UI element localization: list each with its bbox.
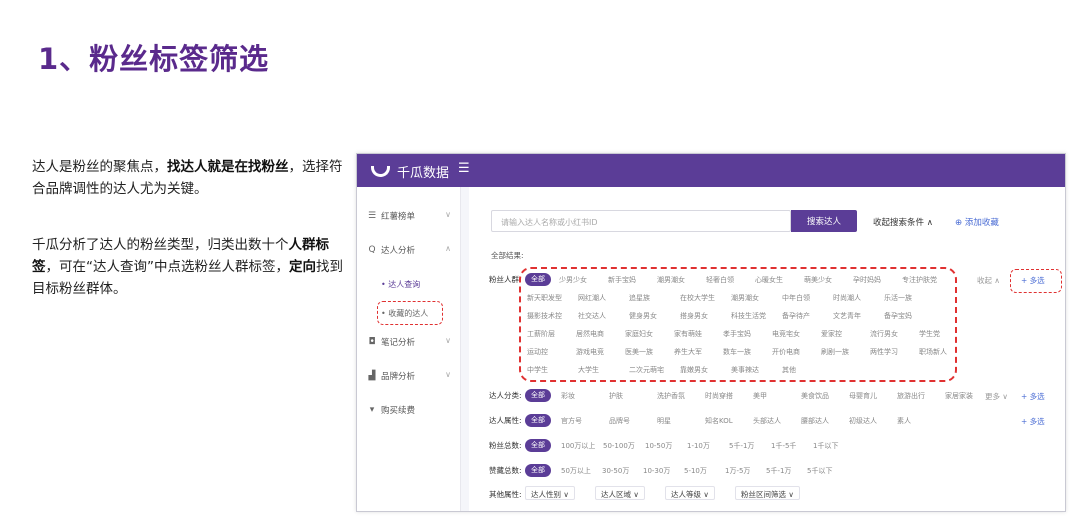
region-select[interactable]: 达人区域 ∨: [595, 486, 645, 500]
search-input[interactable]: 请输入达人名称或小红书ID: [491, 210, 791, 232]
attr-tag[interactable]: 初级达人: [849, 416, 877, 426]
category-tag[interactable]: 美甲: [753, 391, 767, 401]
chevron-down-icon: ∨: [445, 336, 451, 345]
fans-total-tag[interactable]: 5千-1万: [729, 441, 754, 451]
likes-tag[interactable]: 5千-1万: [766, 466, 791, 476]
fans-collapse-link[interactable]: 收起 ∧: [977, 275, 1000, 286]
category-tag[interactable]: 家居家装: [945, 391, 973, 401]
analysis-text-c: ，可在“达人查询”中点选粉丝人群标签，: [45, 259, 290, 275]
chevron-down-icon: ∨: [445, 370, 451, 379]
attr-multi-select-link[interactable]: + 多选: [1021, 416, 1045, 427]
analysis-paragraph: 千瓜分析了达人的粉丝类型，归类出数十个人群标签，可在“达人查询”中点选粉丝人群标…: [32, 234, 348, 300]
add-favorite-link[interactable]: ⊕ 添加收藏: [955, 216, 999, 228]
collapse-filters-link[interactable]: 收起搜索条件 ∧: [873, 216, 933, 228]
app-screenshot: 千瓜数据 ☰ ☰ 红薯榜单 ∨ Q 达人分析 ∧ • 达人查询 • 收藏的达人 ◘ 笔记分…: [356, 153, 1066, 512]
category-tag[interactable]: 旅游出行: [897, 391, 925, 401]
sidebar-item-label: 达人分析: [381, 246, 416, 256]
likes-tag[interactable]: 1万-5万: [725, 466, 750, 476]
attr-tag[interactable]: 知名KOL: [705, 416, 733, 426]
intro-paragraph: 达人是粉丝的聚焦点，找达人就是在找粉丝，选择符合品牌调性的达人尤为关键。: [32, 156, 348, 200]
likes-all-tag[interactable]: 全部: [525, 464, 551, 477]
attr-tag[interactable]: 头部达人: [753, 416, 781, 426]
top-bar: 千瓜数据 ☰: [357, 154, 1065, 187]
sidebar-item-label: 红薯榜单: [381, 212, 416, 222]
category-tag[interactable]: 母婴育儿: [849, 391, 877, 401]
chevron-up-icon: ∧: [445, 244, 451, 253]
intro-text-a: 达人是粉丝的聚焦点，: [32, 159, 167, 175]
app-logo[interactable]: 千瓜数据: [371, 161, 449, 181]
fans-total-tag[interactable]: 100万以上: [561, 441, 595, 451]
sidebar-sub-favorites[interactable]: • 收藏的达人: [381, 308, 428, 319]
fans-total-tag[interactable]: 1千-5千: [771, 441, 796, 451]
fans-total-tag[interactable]: 10-50万: [645, 441, 672, 451]
likes-tag[interactable]: 10-30万: [643, 466, 670, 476]
sidebar-sub-label: 达人查询: [388, 280, 421, 289]
fans-total-tag[interactable]: 1千以下: [813, 441, 838, 451]
likes-filter-label: 赞藏总数:: [489, 466, 522, 475]
attr-all-tag[interactable]: 全部: [525, 414, 551, 427]
analysis-emphasis-target: 定向: [289, 259, 316, 275]
sidebar: ☰ 红薯榜单 ∨ Q 达人分析 ∧ • 达人查询 • 收藏的达人 ◘ 笔记分析 ∨ ▟ 品牌分…: [357, 187, 461, 511]
gender-select[interactable]: 达人性别 ∨: [525, 486, 575, 500]
fans-range-select[interactable]: 粉丝区间筛选 ∨: [735, 486, 800, 500]
slide-title: 1、粉丝标签筛选: [38, 42, 270, 76]
fans-filter-label: 粉丝人群:: [489, 275, 522, 284]
sidebar-item-brand-analysis[interactable]: ▟ 品牌分析 ∨: [367, 368, 453, 384]
logo-mark-icon: [371, 165, 390, 177]
intro-emphasis: 找达人就是在找粉丝: [167, 159, 289, 175]
main-panel: 请输入达人名称或小红书ID 搜索达人 收起搜索条件 ∧ ⊕ 添加收藏 全部结果:…: [469, 187, 1065, 511]
sidebar-item-label: 购买续费: [381, 406, 416, 416]
note-icon: ◘: [368, 337, 376, 347]
sidebar-item-note-analysis[interactable]: ◘ 笔记分析 ∨: [367, 334, 453, 350]
cart-icon: ▾: [369, 405, 375, 415]
likes-tag[interactable]: 5-10万: [684, 466, 707, 476]
sidebar-item-kol-analysis[interactable]: Q 达人分析 ∧: [367, 242, 453, 258]
attr-tag[interactable]: 品牌号: [609, 416, 630, 426]
fans-total-tag[interactable]: 1-10万: [687, 441, 710, 451]
category-filter-label: 达人分类:: [489, 391, 522, 400]
sidebar-item-label: 品牌分析: [381, 372, 416, 382]
sidebar-item-label: 笔记分析: [381, 338, 416, 348]
fans-total-all-tag[interactable]: 全部: [525, 439, 551, 452]
category-tag[interactable]: 护肤: [609, 391, 623, 401]
all-results-label: 全部结果:: [491, 251, 524, 260]
search-button[interactable]: 搜索达人: [791, 210, 857, 232]
category-tag[interactable]: 美食饮品: [801, 391, 829, 401]
category-tag[interactable]: 时尚穿搭: [705, 391, 733, 401]
list-icon: ☰: [367, 211, 377, 221]
category-tag[interactable]: 洗护香氛: [657, 391, 685, 401]
likes-tag[interactable]: 30-50万: [602, 466, 629, 476]
chevron-down-icon: ∨: [445, 210, 451, 219]
sidebar-item-ranking[interactable]: ☰ 红薯榜单 ∨: [367, 208, 453, 224]
sidebar-sub-label: 收藏的达人: [388, 309, 429, 318]
category-multi-select-link[interactable]: + 多选: [1021, 391, 1045, 402]
search-icon: Q: [368, 245, 376, 255]
fans-total-tag[interactable]: 50-100万: [603, 441, 635, 451]
sidebar-sub-kol-query[interactable]: • 达人查询: [381, 279, 420, 290]
category-more-link[interactable]: 更多 ∨: [985, 391, 1008, 402]
attr-tag[interactable]: 明星: [657, 416, 671, 426]
sidebar-item-purchase[interactable]: ▾ 购买续费: [367, 402, 453, 418]
other-filter-label: 其他属性:: [489, 490, 522, 499]
attr-tag[interactable]: 腰部达人: [801, 416, 829, 426]
chart-icon: ▟: [368, 371, 376, 381]
category-all-tag[interactable]: 全部: [525, 389, 551, 402]
likes-tag[interactable]: 50万以上: [561, 466, 591, 476]
likes-tag[interactable]: 5千以下: [807, 466, 832, 476]
attr-tag[interactable]: 素人: [897, 416, 911, 426]
level-select[interactable]: 达人等级 ∨: [665, 486, 715, 500]
analysis-text-a: 千瓜分析了达人的粉丝类型，归类出数十个: [32, 237, 289, 253]
fans-total-filter-label: 粉丝总数:: [489, 441, 522, 450]
highlight-multi-select-box: [1010, 269, 1062, 293]
menu-icon[interactable]: ☰: [458, 161, 470, 176]
highlight-fans-tags-box: [519, 267, 957, 382]
attr-tag[interactable]: 官方号: [561, 416, 582, 426]
logo-text: 千瓜数据: [397, 165, 450, 181]
category-tag[interactable]: 彩妆: [561, 391, 575, 401]
attr-filter-label: 达人属性:: [489, 416, 522, 425]
